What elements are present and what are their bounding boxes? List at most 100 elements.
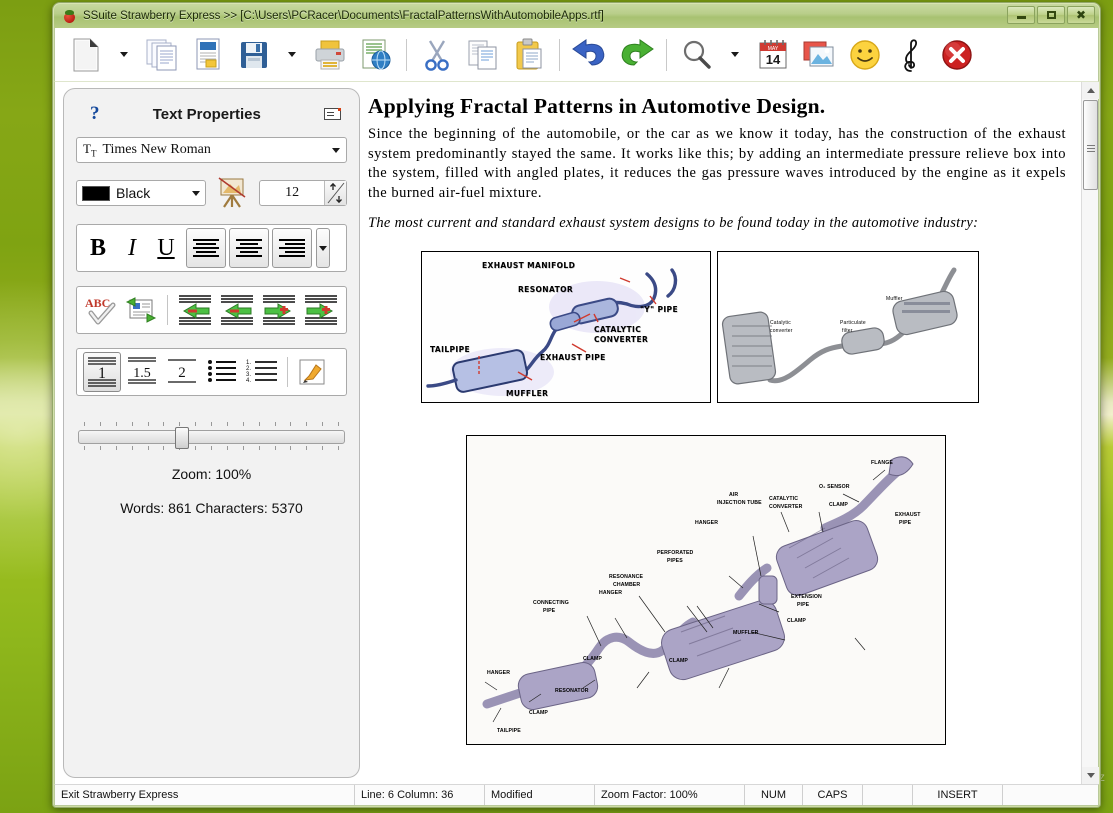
- open-document-button[interactable]: [139, 32, 185, 78]
- save-dropdown-button[interactable]: [277, 32, 307, 78]
- save-button[interactable]: [231, 32, 277, 78]
- maximize-button[interactable]: [1037, 6, 1065, 24]
- underline-button[interactable]: U: [149, 228, 183, 268]
- fig1-label-1: RESONATOR: [518, 285, 573, 294]
- cut-button[interactable]: [414, 32, 460, 78]
- publish-web-button[interactable]: [353, 32, 399, 78]
- highlight-button[interactable]: [294, 352, 332, 392]
- svg-text:4.: 4.: [246, 378, 251, 384]
- insert-object-button[interactable]: [123, 290, 159, 330]
- new-dropdown-button[interactable]: [109, 32, 139, 78]
- line-spacing-1-5-button[interactable]: 1.5: [123, 352, 161, 392]
- spacing-2-icon: 2: [168, 359, 196, 383]
- new-document-icon: [73, 38, 99, 71]
- exit-button[interactable]: [934, 32, 980, 78]
- indent-plus-button[interactable]: [302, 290, 340, 330]
- fig3-label-o2: O₂ SENSOR: [819, 484, 850, 490]
- panel-header: ? Text Properties: [76, 99, 347, 129]
- group-separator: [287, 357, 288, 387]
- text-properties-panel: ? Text Properties TT Times New Roman Bla…: [63, 88, 360, 778]
- fig3-label-exh-a: EXHAUST: [895, 512, 921, 518]
- figure-exhaust-labeled: EXHAUST MANIFOLD RESONATOR "Y" PIPE CATA…: [421, 250, 711, 403]
- fig3-label-hanger3: HANGER: [487, 670, 510, 676]
- align-center-button[interactable]: [229, 228, 269, 268]
- picture-icon: [803, 41, 834, 66]
- status-exit[interactable]: Exit Strawberry Express: [55, 785, 355, 805]
- close-icon: ✖: [1075, 8, 1087, 22]
- font-size-value: 12: [285, 185, 300, 200]
- spinner-arrows-icon: [327, 182, 345, 204]
- minimize-button[interactable]: [1007, 6, 1035, 24]
- find-button[interactable]: [674, 32, 720, 78]
- font-size-field[interactable]: 12: [259, 180, 347, 206]
- close-button[interactable]: ✖: [1067, 6, 1095, 24]
- scroll-down-button[interactable]: [1082, 767, 1099, 784]
- window-controls: ✖: [1007, 6, 1095, 24]
- font-icon: TT: [83, 141, 97, 159]
- scroll-up-button[interactable]: [1082, 82, 1099, 99]
- spellcheck-button[interactable]: ABC: [83, 290, 119, 330]
- line-spacing-single-button[interactable]: 1: [83, 352, 121, 392]
- scrollbar-thumb[interactable]: [1083, 100, 1098, 190]
- title-bar[interactable]: SSuite Strawberry Express >> [C:\Users\P…: [54, 4, 1099, 28]
- exhaust-labeled-drawing: EXHAUST MANIFOLD RESONATOR "Y" PIPE CATA…: [422, 251, 710, 402]
- document-heading: Applying Fractal Patterns in Automotive …: [368, 94, 826, 118]
- printer-icon: [315, 40, 345, 69]
- line-spacing-double-button[interactable]: 2: [163, 352, 201, 392]
- document-scrollbar[interactable]: [1081, 82, 1099, 784]
- minimize-icon: [1016, 16, 1026, 19]
- panel-options-icon[interactable]: [324, 108, 341, 120]
- calendar-button[interactable]: MAY 14: [750, 32, 796, 78]
- fig1-label-3b: CONVERTER: [594, 335, 648, 344]
- outdent-button[interactable]: [218, 290, 256, 330]
- undo-button[interactable]: [567, 32, 613, 78]
- fig1-label-4: EXHAUST PIPE: [540, 353, 606, 362]
- zoom-slider-thumb[interactable]: [175, 427, 189, 449]
- chevron-down-icon: [332, 147, 340, 153]
- bold-button[interactable]: B: [81, 228, 115, 268]
- document-canvas[interactable]: Applying Fractal Patterns in Automotive …: [360, 86, 1080, 784]
- font-family-select[interactable]: TT Times New Roman: [76, 137, 347, 163]
- indent-button[interactable]: [260, 290, 298, 330]
- background-color-button[interactable]: [214, 176, 252, 210]
- new-document-button[interactable]: [63, 32, 109, 78]
- fig3-label-exh-b: PIPE: [899, 520, 912, 526]
- bullet-list-button[interactable]: [203, 352, 241, 392]
- font-color-select[interactable]: Black: [76, 180, 206, 206]
- fig3-label-tailpipe: TAILPIPE: [497, 728, 521, 734]
- bold-label: B: [89, 234, 106, 261]
- align-right-button[interactable]: [272, 228, 312, 268]
- smiley-button[interactable]: [842, 32, 888, 78]
- fig3-label-clamp2: CLAMP: [787, 618, 806, 624]
- chevron-down-icon: [120, 52, 128, 57]
- outdent-minus-button[interactable]: [176, 290, 214, 330]
- fig3-label-hanger2: HANGER: [599, 590, 622, 596]
- text-style-group: B I U: [76, 224, 347, 272]
- align-left-button[interactable]: [186, 228, 226, 268]
- toolbar-separator: [406, 38, 407, 71]
- redo-button[interactable]: [613, 32, 659, 78]
- insert-image-button[interactable]: [796, 32, 842, 78]
- paste-button[interactable]: [506, 32, 552, 78]
- document-paragraph-2: The most current and standard exhaust sy…: [368, 215, 979, 231]
- print-button[interactable]: [307, 32, 353, 78]
- spacing-15-icon: 1.5: [128, 357, 156, 384]
- zoom-slider[interactable]: [78, 427, 345, 449]
- find-dropdown-button[interactable]: [720, 32, 750, 78]
- fig3-label-conn-b: PIPE: [543, 608, 556, 614]
- italic-button[interactable]: I: [115, 228, 149, 268]
- fig3-label-clamp5: CLAMP: [583, 656, 602, 662]
- music-note-button[interactable]: [888, 32, 934, 78]
- toolbar-separator: [559, 38, 560, 71]
- align-more-button[interactable]: [316, 228, 330, 268]
- numbered-list-button[interactable]: 1. 2. 3. 4.: [243, 352, 281, 392]
- fig2-label-1a: Particulate: [840, 320, 866, 326]
- copy-button[interactable]: [460, 32, 506, 78]
- desktop-background: INSTALUJ.CZ SSuite Strawberry Express >>…: [0, 0, 1113, 813]
- document-preview-button[interactable]: [185, 32, 231, 78]
- status-insert-mode: INSERT: [913, 785, 1003, 805]
- content-area: ? Text Properties TT Times New Roman Bla…: [54, 82, 1099, 784]
- fig2-label-2: Muffler: [886, 296, 903, 302]
- font-size-spinner[interactable]: [324, 181, 346, 205]
- spellcheck-icon: ABC: [85, 296, 116, 325]
